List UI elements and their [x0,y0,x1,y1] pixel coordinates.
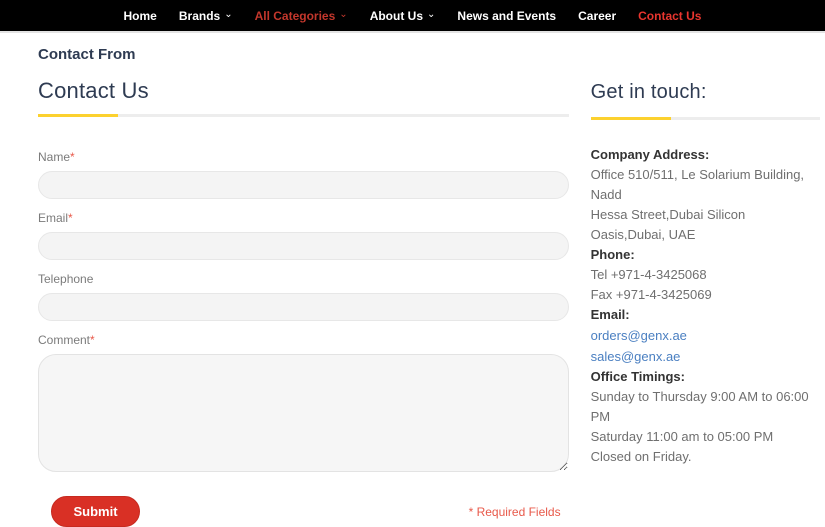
timing-line-saturday: Saturday 11:00 am to 05:00 PM [590,429,774,444]
nav-item-label: About Us [369,8,424,23]
title-divider-accent [590,117,671,120]
form-footer: Submit * Required Fields [38,496,569,527]
address-line: Office 510/511, Le Solarium Building, Na… [590,167,805,202]
required-asterisk: * [70,150,75,164]
comment-field: Comment* [38,331,569,472]
nav-item-label: Brands [178,8,221,23]
title-divider [590,117,820,120]
nav-item-news-and-events[interactable]: News and Events [446,9,567,23]
page-title-breadcrumb: Contact From [38,46,136,63]
contact-form: Name* Email* Telephone Comment* Submit *… [38,148,569,527]
nav-item-about-us[interactable]: About Us ⌄ [359,9,447,23]
email-label-text: Email [38,211,69,225]
comment-label: Comment* [38,333,95,347]
nav-item-brands[interactable]: Brands ⌄ [168,9,244,23]
chevron-down-icon: ⌄ [224,9,233,20]
telephone-field: Telephone [38,270,569,321]
nav-item-label: Career [578,8,617,23]
required-fields-note: * Required Fields [468,504,561,519]
contact-form-column: Contact Us Name* Email* Telephone Commen… [38,78,569,527]
phone-tel-line: Tel +971-4-3425068 [590,267,707,282]
comment-textarea[interactable] [38,354,569,472]
email-link-orders[interactable]: orders@genx.ae [591,325,820,346]
name-label: Name* [38,150,75,164]
comment-label-text: Comment [38,333,91,347]
title-divider [38,114,569,117]
submit-button[interactable]: Submit [51,496,140,527]
nav-item-label: Home [123,8,157,23]
get-in-touch-column: Get in touch: Company Address: Office 51… [590,78,820,527]
timing-line-friday: Closed on Friday. [590,449,692,464]
email-link-sales[interactable]: sales@genx.ae [591,346,820,367]
top-navigation-bar: Home Brands ⌄ All Categories ⌄ About Us ⌄ N… [0,0,825,33]
email-label: Email* [38,211,73,225]
nav-item-label: News and Events [457,8,557,23]
email-heading: Email: [590,307,630,322]
timing-line-weekdays: Sunday to Thursday 9:00 AM to 06:00 PM [590,389,809,424]
name-input[interactable] [38,171,569,199]
email-input[interactable] [38,232,569,260]
required-asterisk: * [90,333,95,347]
title-divider-accent [38,114,118,117]
nav-item-label: All Categories [254,8,336,23]
phone-fax-line: Fax +971-4-3425069 [590,287,712,302]
company-address-heading: Company Address: [590,147,710,162]
required-asterisk: * [68,211,73,225]
nav-item-career[interactable]: Career [567,9,627,23]
telephone-label: Telephone [38,272,93,286]
nav-item-all-categories[interactable]: All Categories ⌄ [244,9,359,23]
telephone-label-text: Telephone [38,272,94,286]
contact-form-title: Contact Us [38,78,149,103]
name-label-text: Name [38,150,71,164]
phone-heading: Phone: [590,247,635,262]
content-area: Contact Us Name* Email* Telephone Commen… [0,63,825,527]
address-line: Hessa Street,Dubai Silicon Oasis,Dubai, … [590,207,746,242]
nav-item-contact-us[interactable]: Contact Us [627,9,712,23]
get-in-touch-title: Get in touch: [590,81,707,103]
name-field: Name* [38,148,569,199]
contact-info-block: Company Address: Office 510/511, Le Sola… [591,145,820,467]
nav-item-home[interactable]: Home [113,9,168,23]
telephone-input[interactable] [38,293,569,321]
chevron-down-icon: ⌄ [427,9,436,20]
nav-item-label: Contact Us [638,8,702,23]
office-timings-heading: Office Timings: [590,369,685,384]
email-field: Email* [38,209,569,260]
chevron-down-icon: ⌄ [339,9,348,20]
